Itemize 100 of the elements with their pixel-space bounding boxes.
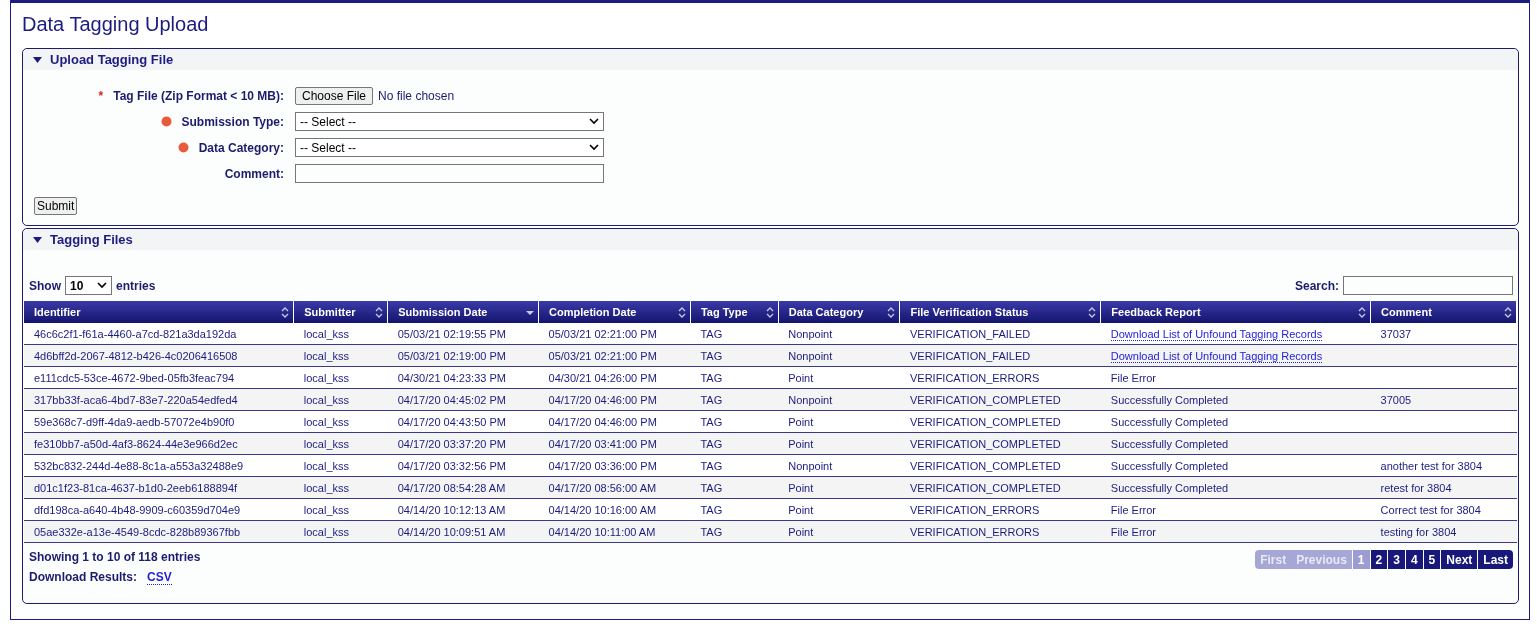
table-cell: 04/30/21 04:26:00 PM — [548, 371, 657, 384]
field-label: Tag File (Zip Format < 10 MB): — [113, 89, 284, 103]
entries-label: entries — [116, 278, 156, 293]
column-header[interactable]: File Verification Status — [899, 301, 1101, 323]
download-link[interactable]: Download List of Unfound Tagging Records — [1110, 327, 1323, 341]
chevron-icon — [589, 144, 599, 151]
csv-link[interactable]: CSV — [147, 570, 172, 585]
table-cell: retest for 3804 — [1380, 481, 1452, 494]
download-label: Download Results: — [29, 570, 137, 585]
page-button[interactable]: 3 — [1388, 550, 1405, 569]
table-cell: TAG — [700, 481, 723, 494]
field-label: Comment: — [224, 166, 284, 181]
page-title: Data Tagging Upload — [22, 13, 210, 36]
page-button[interactable]: Last — [1478, 550, 1513, 569]
feedback-text: File Error — [1110, 503, 1157, 516]
table-cell: 317bb33f-aca6-4bd7-83e7-220a54edfed4 — [34, 393, 238, 406]
table-cell: VERIFICATION_COMPLETED — [909, 415, 1061, 428]
table-cell: 04/17/20 04:46:00 PM — [548, 415, 657, 428]
table-cell: TAG — [700, 415, 723, 428]
submit-button[interactable]: Submit — [34, 197, 78, 215]
column-header[interactable]: Tag Type — [690, 301, 779, 323]
page-button[interactable]: 5 — [1423, 550, 1441, 569]
sort-icon[interactable] — [677, 306, 686, 318]
table-cell: local_kss — [303, 437, 350, 450]
table-cell: local_kss — [303, 327, 350, 340]
table-cell: local_kss — [303, 459, 350, 472]
table-cell: Point — [788, 415, 814, 428]
sort-icon[interactable] — [765, 306, 774, 318]
table-cell: Nonpoint — [788, 459, 833, 472]
table-cell: VERIFICATION_COMPLETED — [909, 393, 1061, 406]
table-cell: TAG — [700, 503, 723, 516]
table-cell: TAG — [700, 459, 723, 472]
sort-icon[interactable] — [375, 306, 384, 318]
feedback-text: Successfully Completed — [1110, 415, 1229, 428]
search-field[interactable] — [1343, 276, 1513, 295]
column-header[interactable]: Completion Date — [538, 301, 691, 323]
table-cell: e111cdc5-53ce-4672-9bed-05fb3feac794 — [34, 371, 235, 384]
show-label: Show — [29, 278, 61, 293]
caret-icon[interactable] — [33, 236, 42, 243]
table-cell: Nonpoint — [788, 327, 833, 340]
table-cell: 04/30/21 04:23:33 PM — [397, 371, 506, 384]
table-cell: TAG — [700, 371, 723, 384]
column-header[interactable]: Data Category — [778, 301, 900, 323]
table-cell: TAG — [700, 349, 723, 362]
table-cell: Point — [788, 371, 814, 384]
feedback-text: Successfully Completed — [1110, 459, 1229, 472]
comment-field[interactable] — [295, 164, 604, 183]
table-cell: TAG — [700, 437, 723, 450]
table-cell: 05/03/21 02:21:00 PM — [548, 327, 657, 340]
search-label: Search: — [1294, 278, 1339, 293]
table-cell: VERIFICATION_ERRORS — [909, 525, 1040, 538]
table-cell: Point — [788, 437, 814, 450]
table-cell: Nonpoint — [788, 393, 833, 406]
table-cell: 4d6bff2d-2067-4812-b426-4c0206416508 — [34, 349, 238, 362]
table-cell: local_kss — [303, 393, 350, 406]
table-cell: 04/17/20 08:56:00 AM — [548, 481, 657, 494]
sort-icon[interactable] — [1088, 306, 1097, 318]
panel-title[interactable]: Tagging Files — [50, 232, 133, 247]
table-cell: 04/17/20 04:46:00 PM — [548, 393, 657, 406]
select-dropdown[interactable]: -- Select -- — [295, 112, 604, 131]
choose-file-button[interactable]: Choose File — [295, 87, 374, 105]
table-cell: 532bc832-244d-4e88-8c1a-a553a32488e9 — [34, 459, 244, 472]
entries-info: Showing 1 to 10 of 118 entries — [29, 550, 201, 564]
column-header[interactable]: Feedback Report — [1100, 301, 1371, 323]
select-dropdown[interactable]: -- Select -- — [295, 138, 604, 157]
column-header[interactable]: Submission Date — [387, 301, 539, 323]
table-cell: TAG — [700, 393, 723, 406]
page-button[interactable]: 4 — [1405, 550, 1423, 569]
column-header[interactable]: Comment — [1370, 301, 1517, 323]
table-cell: TAG — [700, 327, 723, 340]
table-cell: VERIFICATION_ERRORS — [909, 503, 1040, 516]
caret-icon[interactable] — [33, 56, 42, 63]
page-size-select[interactable]: 10 — [65, 276, 112, 295]
table-cell: d01c1f23-81ca-4637-b1d0-2eeb6188894f — [34, 481, 238, 494]
table-cell: Point — [788, 481, 814, 494]
column-header[interactable]: Submitter — [293, 301, 388, 323]
field-label: Submission Type: — [181, 114, 284, 129]
table-cell: 05/03/21 02:19:55 PM — [397, 327, 506, 340]
feedback-text: Successfully Completed — [1110, 437, 1229, 450]
table-cell: local_kss — [303, 371, 350, 384]
page-button[interactable]: Next — [1441, 550, 1478, 569]
table-cell: VERIFICATION_COMPLETED — [909, 459, 1061, 472]
table-cell: VERIFICATION_COMPLETED — [909, 437, 1061, 450]
page-button[interactable]: 2 — [1370, 550, 1388, 569]
table-cell: Point — [788, 525, 814, 538]
table-cell: 37037 — [1380, 327, 1412, 340]
table-cell: local_kss — [303, 349, 350, 362]
chevron-icon — [97, 282, 107, 289]
panel-title[interactable]: Upload Tagging File — [50, 52, 174, 67]
table-cell: 04/14/20 10:12:13 AM — [397, 503, 506, 516]
column-header[interactable]: Identifier — [24, 301, 294, 323]
file-status: No file chosen — [378, 89, 455, 103]
table-cell: fe310bb7-a50d-4af3-8624-44e3e966d2ec — [34, 437, 238, 450]
table-cell: VERIFICATION_FAILED — [909, 349, 1031, 362]
table-cell: 05/03/21 02:21:00 PM — [548, 349, 657, 362]
sort-icon[interactable] — [887, 306, 896, 318]
field-label: Data Category: — [198, 140, 284, 155]
sort-icon[interactable] — [1504, 306, 1512, 318]
sort-icon[interactable] — [1358, 306, 1367, 318]
sort-icon[interactable] — [281, 306, 290, 318]
